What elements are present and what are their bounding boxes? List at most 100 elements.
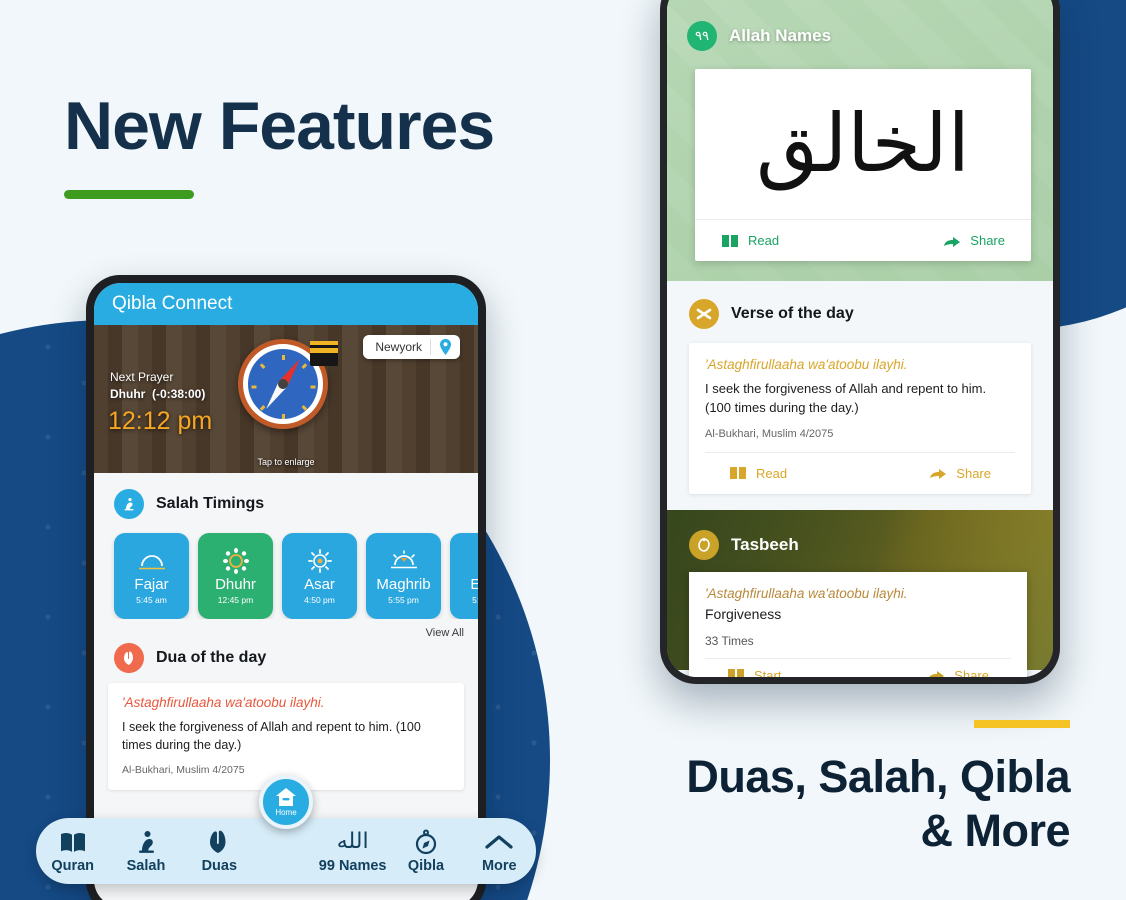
prayer-time: 5:55 pm <box>388 594 419 605</box>
dua-transliteration: 'Astaghfirullaaha wa'atoobu ilayhi. <box>122 695 325 710</box>
compass-face <box>248 349 318 419</box>
book-icon <box>59 829 87 855</box>
next-prayer-name: Dhuhr <box>110 387 146 402</box>
allah-calligraphy-icon: الله <box>336 828 369 854</box>
dua-header: Dua of the day <box>94 639 478 673</box>
tasbeeh-start-button[interactable]: Start <box>727 668 781 677</box>
next-prayer-label: Next Prayer <box>110 370 174 384</box>
compass-tick <box>310 385 315 389</box>
nav-label: 99 Names <box>318 857 387 874</box>
share-icon <box>943 234 961 248</box>
verse-of-the-day-section: Verse of the day 'Astaghfirullaaha wa'at… <box>667 281 1053 510</box>
promo-headline-block: New Features <box>64 88 495 199</box>
prayer-name: Dhuhr <box>215 575 256 593</box>
next-prayer-countdown: (-0:38:00) <box>152 387 206 402</box>
compass-icon <box>414 829 438 855</box>
nav-item-quran[interactable]: Quran <box>36 829 109 874</box>
page-title: New Features <box>64 88 495 164</box>
tasbeeh-count: 33 Times <box>705 633 754 648</box>
verse-icon <box>689 299 719 329</box>
allah-names-section: ٩٩ Allah Names الخالق Read Share <box>667 0 1053 281</box>
pill-divider <box>430 339 431 355</box>
tagline-text: Duas, Salah, Qibla & More <box>686 750 1070 858</box>
next-prayer-time: 12:12 pm <box>108 407 213 435</box>
tagline-line-1: Duas, Salah, Qibla <box>686 751 1070 802</box>
tasbeeh-share-button[interactable]: Share <box>927 668 989 677</box>
home-icon <box>274 787 298 807</box>
verse-read-button[interactable]: Read <box>729 466 787 481</box>
book-icon <box>727 668 745 677</box>
verse-transliteration: 'Astaghfirullaaha wa'atoobu ilayhi. <box>705 357 908 372</box>
nav-item-qibla[interactable]: Qibla <box>389 829 462 874</box>
tasbeeh-share-label: Share <box>954 667 989 677</box>
share-icon <box>927 668 945 677</box>
chevron-up-icon <box>485 829 513 855</box>
tasbeeh-beads-icon <box>689 529 719 560</box>
prayer-name: Esha <box>470 575 478 593</box>
verse-share-button[interactable]: Share <box>929 466 991 481</box>
phone-right-screen: ٩٩ Allah Names الخالق Read Share Verse o… <box>667 0 1053 677</box>
tasbeeh-card[interactable]: 'Astaghfirullaaha wa'atoobu ilayhi. Forg… <box>689 571 1027 677</box>
allah-read-button[interactable]: Read <box>721 233 779 248</box>
compass-tick <box>251 385 256 389</box>
sunset-icon <box>390 548 418 574</box>
verse-read-label: Read <box>756 465 788 481</box>
prayer-time: 5:55 pm <box>472 594 478 605</box>
kaaba-icon <box>310 341 338 366</box>
next-prayer-detail: Dhuhr (-0:38:00) <box>110 386 205 403</box>
prayer-tile-asar[interactable]: Asar 4:50 pm <box>282 533 357 619</box>
sun-icon <box>222 547 250 574</box>
prayer-name: Asar <box>304 575 335 593</box>
sunrise-icon <box>138 548 166 574</box>
praying-person-icon <box>114 489 144 519</box>
ninety-nine-badge-icon: ٩٩ <box>687 21 717 51</box>
prayer-tile-maghrib[interactable]: Maghrib 5:55 pm <box>366 533 441 619</box>
nav-item-salah[interactable]: Salah <box>109 829 182 874</box>
prayer-name: Fajar <box>134 575 169 593</box>
location-label: Newyork <box>375 340 422 354</box>
nav-item-duas[interactable]: Duas <box>183 829 256 874</box>
prayer-tile-dhuhr[interactable]: Dhuhr 12:45 pm <box>198 533 273 619</box>
compass-tick <box>301 405 307 411</box>
nav-item-99-names[interactable]: الله 99 Names <box>316 829 389 874</box>
allah-name-card[interactable]: الخالق Read Share <box>695 69 1031 261</box>
nav-label: Qibla <box>407 857 445 874</box>
next-prayer-block: Next Prayer Dhuhr (-0:38:00) <box>110 369 205 404</box>
tasbeeh-title: Tasbeeh <box>731 534 799 554</box>
verse-title: Verse of the day <box>731 305 854 322</box>
allah-share-button[interactable]: Share <box>943 233 1005 248</box>
tasbeeh-start-label: Start <box>754 667 782 677</box>
home-fab-label: Home <box>275 808 297 817</box>
nav-item-more[interactable]: More <box>463 829 536 874</box>
tasbeeh-name: Forgiveness <box>705 605 782 622</box>
share-icon <box>929 466 947 480</box>
tasbeeh-transliteration: 'Astaghfirullaaha wa'atoobu ilayhi. <box>705 585 908 601</box>
verse-translation: I seek the forgiveness of Allah and repe… <box>705 381 987 415</box>
dua-translation: I seek the forgiveness of Allah and repe… <box>122 720 421 753</box>
view-all-link[interactable]: View All <box>94 619 478 639</box>
promo-tagline-block: Duas, Salah, Qibla & More <box>686 720 1070 858</box>
tap-to-enlarge-hint: Tap to enlarge <box>257 457 315 467</box>
compass-tick <box>259 363 265 369</box>
allah-read-label: Read <box>748 233 780 248</box>
tagline-line-2: & More <box>920 805 1070 856</box>
nav-label: Duas <box>201 857 238 874</box>
qibla-compass[interactable] <box>238 339 338 435</box>
app-bar: Qibla Connect <box>94 283 478 325</box>
prayer-tile-fajar[interactable]: Fajar 5:45 am <box>114 533 189 619</box>
salah-timings-header: Salah Timings <box>94 473 478 519</box>
location-pill[interactable]: Newyork <box>363 335 460 359</box>
tagline-accent-rule <box>974 720 1070 728</box>
app-title: Qibla Connect <box>112 293 233 314</box>
prayer-tiles: Fajar 5:45 am Dhuhr 12:45 pm Asar 4:50 p… <box>94 519 478 619</box>
allah-name-card-actions: Read Share <box>695 219 1031 261</box>
home-fab-button[interactable]: Home <box>259 775 313 829</box>
praying-hands-icon <box>114 643 144 673</box>
qibla-hero[interactable]: Next Prayer Dhuhr (-0:38:00) 12:12 pm Ne… <box>94 325 478 473</box>
verse-card[interactable]: 'Astaghfirullaaha wa'atoobu ilayhi. I se… <box>689 343 1031 494</box>
verse-share-label: Share <box>956 465 991 481</box>
nav-label: More <box>481 857 517 874</box>
prayer-tile-esha[interactable]: Esha 5:55 pm <box>450 533 478 619</box>
verse-source: Al-Bukhari, Muslim 4/2075 <box>705 427 834 440</box>
prayer-time: 5:45 am <box>136 594 167 605</box>
